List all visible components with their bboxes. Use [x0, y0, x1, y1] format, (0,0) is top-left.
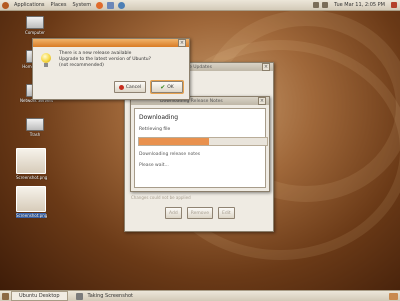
taskbar-item-screenshot[interactable]: Taking Screenshot [70, 292, 141, 300]
close-icon[interactable]: × [258, 97, 266, 105]
step-label: Retrieving file [139, 127, 171, 132]
mail-launcher-icon[interactable] [107, 1, 115, 9]
prompt-titlebar[interactable]: × [33, 39, 189, 47]
clock[interactable]: Tue Mar 11, 2:05 PM [331, 2, 388, 8]
remove-button[interactable]: Remove [186, 207, 213, 219]
trash-applet-icon[interactable] [389, 292, 398, 300]
close-icon[interactable]: × [262, 63, 270, 71]
checkmark-icon: ✔ [160, 83, 166, 91]
progress-fill [139, 138, 210, 145]
cancel-button[interactable]: Cancel [114, 81, 146, 93]
desktop-icon-screenshot-2[interactable]: Screenshot.png [16, 186, 47, 218]
message-line-3: (not recommended) [59, 63, 104, 68]
edit-button[interactable]: Edit [217, 207, 235, 219]
top-panel: Applications Places System Tue Mar 11, 2… [0, 0, 400, 11]
lightbulb-icon [41, 53, 51, 67]
screenshot-icon [75, 292, 83, 300]
cancel-icon [118, 84, 124, 90]
applications-menu[interactable]: Applications [11, 2, 48, 8]
system-menu[interactable]: System [69, 2, 94, 8]
close-icon[interactable]: × [178, 39, 186, 47]
power-icon[interactable] [391, 2, 397, 8]
progress-bar [138, 137, 268, 146]
desktop-icon-screenshot-1[interactable]: Screenshot.png [16, 148, 47, 180]
status-line-1: Downloading release notes [139, 152, 201, 157]
places-menu[interactable]: Places [48, 2, 70, 8]
system-tray: Tue Mar 11, 2:05 PM [313, 2, 400, 8]
ubuntu-logo-icon[interactable] [2, 1, 9, 9]
ok-button[interactable]: ✔ OK [150, 80, 184, 94]
bottom-panel: Ubuntu Desktop Taking Screenshot [0, 290, 400, 301]
image-thumbnail-icon [16, 186, 46, 212]
upgrade-prompt-dialog: × There is a new release available Upgra… [32, 38, 190, 100]
download-dialog: Downloading Release Notes × Downloading … [130, 96, 270, 192]
download-body: Downloading Retrieving file Downloading … [134, 108, 268, 188]
add-button[interactable]: Add [165, 207, 182, 219]
desktop-icon-trash[interactable]: Trash [20, 118, 50, 137]
computer-icon [26, 16, 44, 29]
volume-icon[interactable] [322, 2, 329, 8]
download-heading: Downloading [139, 114, 179, 121]
trash-icon [26, 118, 44, 131]
show-desktop-icon[interactable] [2, 292, 9, 300]
disabled-button-row: Add Remove Edit [165, 207, 235, 219]
image-thumbnail-icon [16, 148, 46, 174]
status-line: Changes could not be applied [131, 195, 191, 200]
status-line-2: Please wait... [139, 163, 169, 168]
prompt-button-row: Cancel ✔ OK [114, 80, 184, 94]
browser-launcher-icon[interactable] [96, 1, 104, 9]
desktop-icon-computer[interactable]: Computer [20, 16, 50, 35]
network-icon[interactable] [313, 2, 320, 8]
help-launcher-icon[interactable] [118, 1, 126, 9]
prompt-message: There is a new release available Upgrade… [59, 51, 151, 69]
